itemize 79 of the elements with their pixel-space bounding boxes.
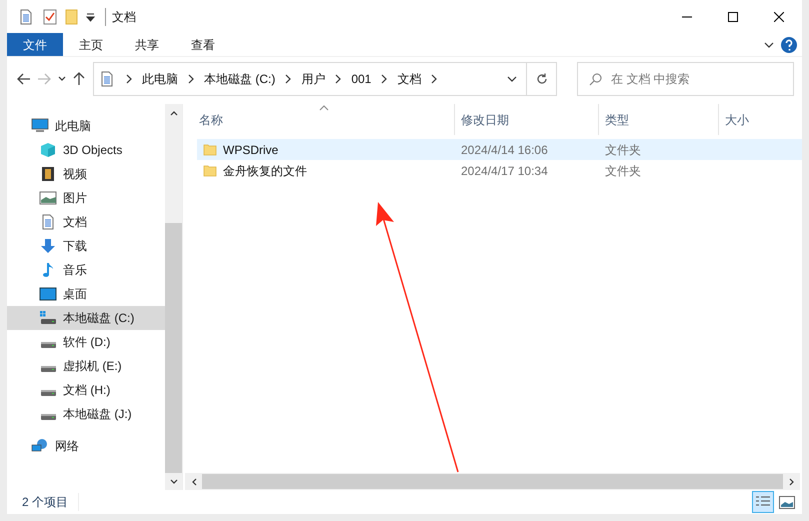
chevron-right-icon xyxy=(379,74,390,84)
folder-icon xyxy=(203,164,217,177)
film-icon xyxy=(39,166,57,182)
sidebar-item[interactable]: 图片 xyxy=(7,186,165,210)
down-arrow-icon xyxy=(39,238,57,254)
breadcrumb-item[interactable]: 此电脑 xyxy=(142,70,178,88)
drive-icon xyxy=(40,342,56,348)
refresh-icon xyxy=(536,72,548,84)
sidebar-item[interactable]: 文档 (H:) xyxy=(7,378,165,402)
sidebar-item[interactable]: 网络 xyxy=(7,434,165,458)
breadcrumb-item[interactable]: 文档 xyxy=(397,70,422,88)
modified-date: 2024/4/14 16:06 xyxy=(460,142,549,158)
file-type: 文件夹 xyxy=(604,162,641,180)
sidebar-item[interactable]: 3D Objects xyxy=(7,138,165,162)
details-view-button[interactable] xyxy=(752,491,774,513)
sidebar-item[interactable]: 虚拟机 (E:) xyxy=(7,354,165,378)
cube-icon xyxy=(39,142,57,158)
sidebar-item[interactable]: 视频 xyxy=(7,162,165,186)
chevron-right-icon xyxy=(283,74,294,84)
ribbon-tab[interactable]: 主页 xyxy=(63,33,119,56)
up-icon[interactable] xyxy=(73,72,85,86)
modified-date: 2024/4/17 10:34 xyxy=(460,162,549,180)
sidebar-item[interactable]: 音乐 xyxy=(7,258,165,282)
address-bar[interactable]: 此电脑 本地磁盘 (C:) 用户 001 文档 xyxy=(93,62,557,96)
expand-ribbon-icon xyxy=(764,40,774,50)
chevron-right-icon xyxy=(124,74,134,84)
drive-icon xyxy=(40,366,56,372)
computer-icon xyxy=(31,118,49,134)
column-header[interactable]: 大小 xyxy=(719,104,749,135)
chevron-right-icon xyxy=(429,74,440,84)
network-icon xyxy=(31,438,49,454)
scroll-down-icon xyxy=(168,476,178,486)
file-type: 文件夹 xyxy=(604,142,641,158)
drive-icon xyxy=(40,414,56,420)
checklist-icon[interactable] xyxy=(43,8,57,24)
minimize-icon xyxy=(682,16,692,18)
search-field[interactable]: 在 文档 中搜索 xyxy=(577,62,794,96)
image-icon xyxy=(39,190,57,206)
column-header[interactable]: 修改日期 xyxy=(455,104,599,135)
breadcrumb-item[interactable]: 用户 xyxy=(301,70,326,88)
sort-ascending-icon xyxy=(319,105,329,111)
system-drive-icon xyxy=(39,310,57,326)
scroll-right-icon xyxy=(786,476,796,486)
dropdown-icon[interactable] xyxy=(86,12,95,22)
sidebar-item[interactable]: 本地磁盘 (J:) xyxy=(7,402,165,426)
sidebar-item[interactable]: 桌面 xyxy=(7,282,165,306)
sidebar-item[interactable]: 此电脑 xyxy=(7,114,165,138)
window-title: 文档 xyxy=(105,8,136,26)
sidebar-item[interactable]: 文档 xyxy=(7,210,165,234)
sidebar-item[interactable]: 本地磁盘 (C:) xyxy=(7,306,165,330)
column-header[interactable]: 名称 xyxy=(183,104,455,135)
search-icon xyxy=(589,72,602,86)
breadcrumb-item[interactable]: 本地磁盘 (C:) xyxy=(204,70,276,88)
sidebar-item[interactable]: 软件 (D:) xyxy=(7,330,165,354)
recent-locations-icon xyxy=(57,74,67,84)
folder-icon xyxy=(203,143,217,156)
file-row[interactable]: 金舟恢复的文件 2024/4/17 10:34 文件夹 xyxy=(197,160,802,181)
maximize-icon xyxy=(728,12,738,22)
vertical-scrollbar[interactable] xyxy=(165,104,182,490)
help-icon[interactable] xyxy=(780,36,798,54)
file-row[interactable]: WPSDrive 2024/4/14 16:06 文件夹 xyxy=(197,139,802,160)
close-icon xyxy=(774,12,784,22)
file-name: WPSDrive xyxy=(223,142,278,158)
sidebar-item[interactable]: 下载 xyxy=(7,234,165,258)
horizontal-scrollbar[interactable] xyxy=(185,473,800,490)
back-icon[interactable] xyxy=(17,72,31,84)
chevron-right-icon xyxy=(186,74,196,84)
drive-icon xyxy=(40,390,56,396)
file-name: 金舟恢复的文件 xyxy=(223,162,307,180)
ribbon-tab[interactable]: 查看 xyxy=(175,33,231,56)
item-count: 2 个项目 xyxy=(22,493,80,511)
ribbon-tab[interactable]: 共享 xyxy=(119,33,175,56)
column-header[interactable]: 类型 xyxy=(599,104,719,135)
chevron-right-icon xyxy=(333,74,344,84)
desktop-icon xyxy=(39,286,57,302)
address-dropdown-icon xyxy=(507,74,517,84)
breadcrumb-item[interactable]: 001 xyxy=(351,70,372,88)
image-icon xyxy=(779,496,795,508)
ribbon-tab[interactable]: 文件 xyxy=(7,33,63,56)
